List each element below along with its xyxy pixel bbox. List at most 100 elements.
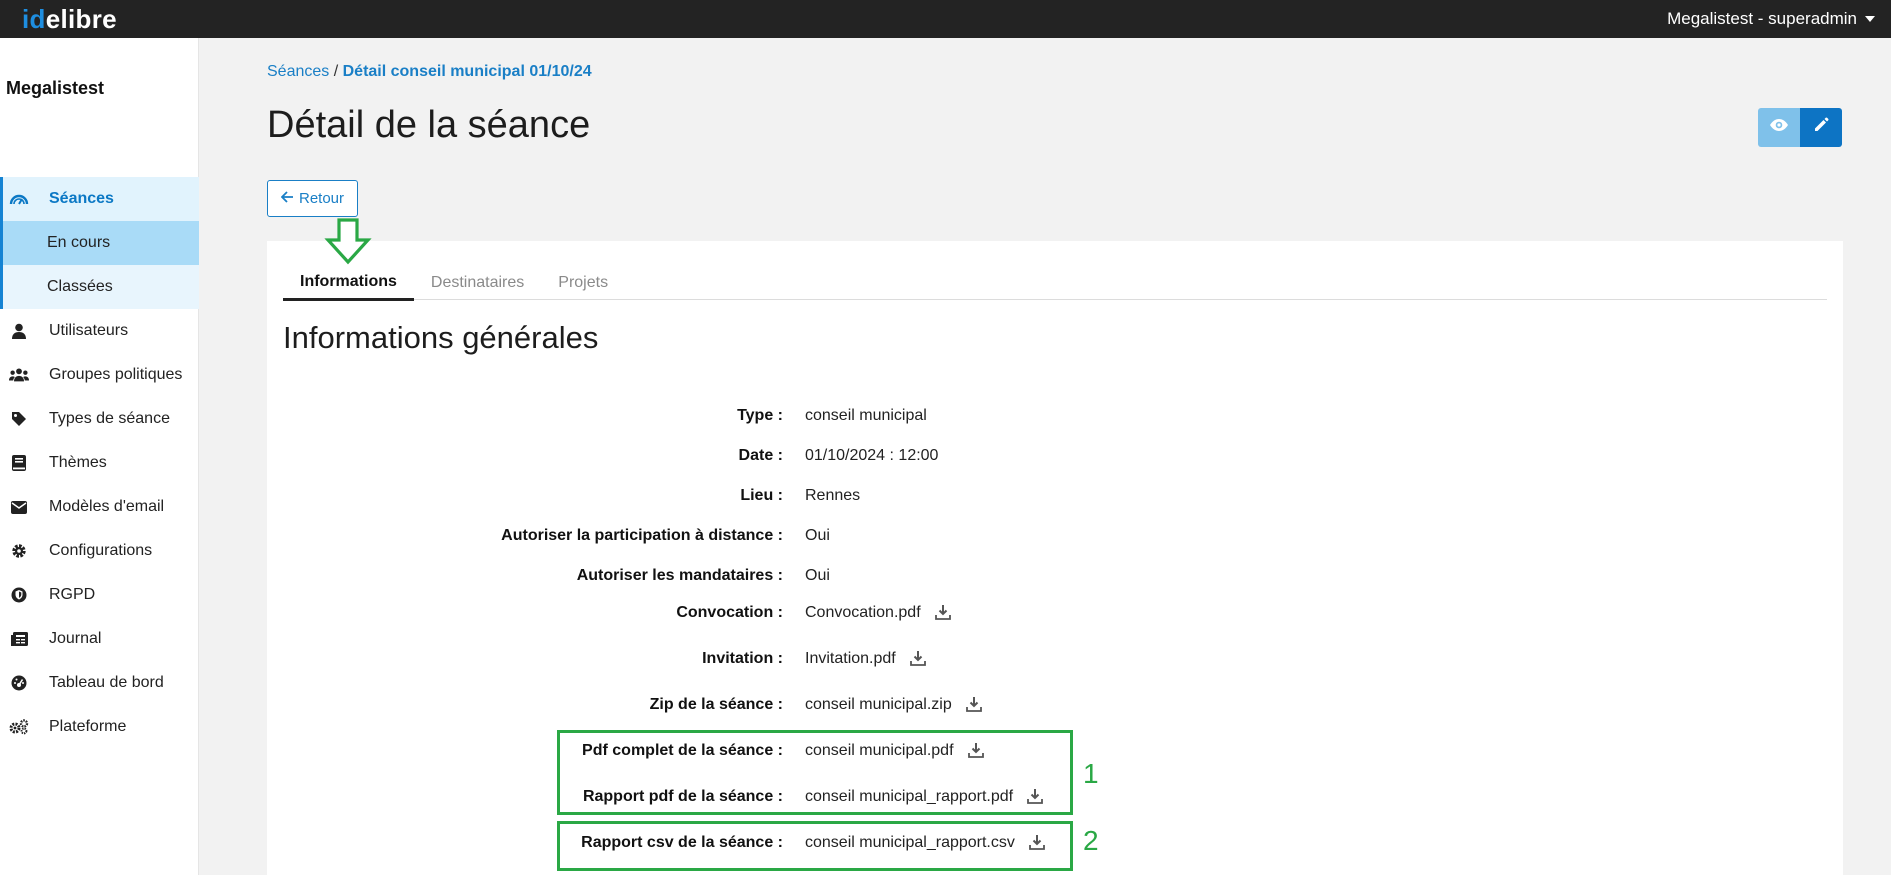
sidebar-item-groupes-politiques[interactable]: Groupes politiques xyxy=(0,353,199,397)
field-value: Convocation.pdf xyxy=(805,604,953,622)
field-row-invitation: Invitation : Invitation.pdf xyxy=(267,647,1843,671)
sidebar-item-themes[interactable]: Thèmes xyxy=(0,441,199,485)
header-actions xyxy=(1758,108,1842,147)
file-name: Invitation.pdf xyxy=(805,650,896,667)
field-value: 01/10/2024 : 12:00 xyxy=(805,447,938,465)
sidebar-item-modeles-email[interactable]: Modèles d'email xyxy=(0,485,199,529)
sidebar-item-rgpd[interactable]: RGPD xyxy=(0,573,199,617)
users-icon xyxy=(9,365,29,385)
sidebar-item-label: Séances xyxy=(49,190,114,207)
book-icon xyxy=(9,453,29,473)
field-value-text: Rennes xyxy=(805,487,861,504)
sidebar-item-plateforme[interactable]: Plateforme xyxy=(0,705,199,749)
top-bar: idelibre Megalistest - superadmin xyxy=(0,0,1891,38)
sidebar-item-label: Modèles d'email xyxy=(49,498,165,515)
shield-icon xyxy=(9,585,29,605)
field-row-participation-distance: Autoriser la participation à distance : … xyxy=(267,524,1843,548)
sidebar-item-label: Groupes politiques xyxy=(49,366,183,383)
download-icon[interactable] xyxy=(909,650,928,668)
field-row-date: Date : 01/10/2024 : 12:00 xyxy=(267,444,1843,468)
field-row-mandataires: Autoriser les mandataires : Oui xyxy=(267,564,1843,588)
sidebar-item-seances[interactable]: Séances xyxy=(0,177,199,221)
highlight-box-1 xyxy=(557,730,1073,815)
sidebar-subitem-label: Classées xyxy=(47,278,113,295)
field-row-type: Type : conseil municipal xyxy=(267,404,1843,428)
field-label: Autoriser la participation à distance : xyxy=(501,527,783,544)
sidebar-item-label: Configurations xyxy=(49,542,153,559)
pencil-icon xyxy=(1813,117,1829,138)
file-name: conseil municipal.zip xyxy=(805,696,952,713)
field-value: Oui xyxy=(805,567,830,585)
field-value: Invitation.pdf xyxy=(805,650,928,668)
breadcrumb-link-seances[interactable]: Séances xyxy=(267,63,329,80)
sidebar-subitem-classees[interactable]: Classées xyxy=(0,265,199,309)
field-label: Autoriser les mandataires : xyxy=(576,567,783,584)
sidebar-item-label: Utilisateurs xyxy=(49,322,129,339)
eye-icon xyxy=(1769,118,1789,137)
app-logo[interactable]: idelibre xyxy=(22,4,117,35)
tab-destinataires[interactable]: Destinataires xyxy=(414,265,541,300)
gauge-icon xyxy=(9,189,29,209)
tab-informations[interactable]: Informations xyxy=(283,265,414,301)
field-label: Zip de la séance : xyxy=(649,696,783,713)
tab-bar: Informations Destinataires Projets xyxy=(283,265,1827,301)
logo-rest: elibre xyxy=(45,3,117,34)
field-value: conseil municipal.zip xyxy=(805,696,984,714)
back-button[interactable]: Retour xyxy=(267,180,358,217)
sidebar-item-configurations[interactable]: Configurations xyxy=(0,529,199,573)
field-label: Date : xyxy=(738,447,783,464)
dashboard-icon xyxy=(9,673,29,693)
sidebar-nav: Séances En cours Classées Utilisateurs G… xyxy=(0,177,199,749)
preview-button[interactable] xyxy=(1758,108,1800,147)
sidebar-item-journal[interactable]: Journal xyxy=(0,617,199,661)
field-row-convocation: Convocation : Convocation.pdf xyxy=(267,601,1843,625)
journal-icon xyxy=(9,629,29,649)
field-label: Type : xyxy=(737,407,783,424)
field-row-lieu: Lieu : Rennes xyxy=(267,484,1843,508)
sidebar-item-label: Tableau de bord xyxy=(49,674,164,691)
user-icon xyxy=(9,321,29,341)
breadcrumb-separator: / xyxy=(329,63,343,80)
sidebar-subitem-en-cours[interactable]: En cours xyxy=(0,221,199,265)
field-value-text: Oui xyxy=(805,527,830,544)
sidebar-item-utilisateurs[interactable]: Utilisateurs xyxy=(0,309,199,353)
field-label: Lieu : xyxy=(740,487,783,504)
field-value-text: conseil municipal xyxy=(805,407,927,424)
caret-down-icon xyxy=(1865,16,1875,22)
envelope-icon xyxy=(9,497,29,517)
gears-icon xyxy=(9,717,29,737)
sidebar-item-label: Types de séance xyxy=(49,410,170,427)
field-label: Convocation : xyxy=(676,604,783,621)
page-title: Détail de la séance xyxy=(267,104,591,146)
arrow-left-icon xyxy=(280,190,294,207)
sidebar-subitem-label: En cours xyxy=(47,234,111,251)
section-title: Informations générales xyxy=(283,320,599,355)
gear-icon xyxy=(9,541,29,561)
sidebar-item-tableau-de-bord[interactable]: Tableau de bord xyxy=(0,661,199,705)
user-menu[interactable]: Megalistest - superadmin xyxy=(1667,9,1875,29)
annotation-arrow-icon xyxy=(324,218,372,265)
user-name: Megalistest - superadmin xyxy=(1667,9,1857,28)
logo-prefix: id xyxy=(22,3,46,34)
field-value: Rennes xyxy=(805,487,860,505)
field-value: conseil municipal xyxy=(805,407,927,425)
tab-label: Destinataires xyxy=(430,273,525,291)
download-icon[interactable] xyxy=(934,604,953,622)
breadcrumb-current: Détail conseil municipal 01/10/24 xyxy=(342,63,592,80)
sidebar-item-label: RGPD xyxy=(49,586,96,603)
download-icon[interactable] xyxy=(965,696,984,714)
file-name: Convocation.pdf xyxy=(805,604,921,621)
back-button-label: Retour xyxy=(298,190,345,207)
highlight-box-2 xyxy=(557,821,1073,871)
field-value-text: 01/10/2024 : 12:00 xyxy=(805,447,939,464)
tab-projets[interactable]: Projets xyxy=(541,265,625,300)
edit-button[interactable] xyxy=(1800,108,1842,147)
field-row-zip: Zip de la séance : conseil municipal.zip xyxy=(267,693,1843,717)
field-value-text: Oui xyxy=(805,567,830,584)
sidebar-item-types-de-seance[interactable]: Types de séance xyxy=(0,397,199,441)
sidebar-item-label: Plateforme xyxy=(49,718,127,735)
tab-label: Projets xyxy=(558,273,609,291)
highlight-number-2: 2 xyxy=(1083,825,1099,856)
sidebar: Megalistest Séances En cours Classées Ut… xyxy=(0,38,199,875)
breadcrumb: Séances / Détail conseil municipal 01/10… xyxy=(267,63,592,81)
